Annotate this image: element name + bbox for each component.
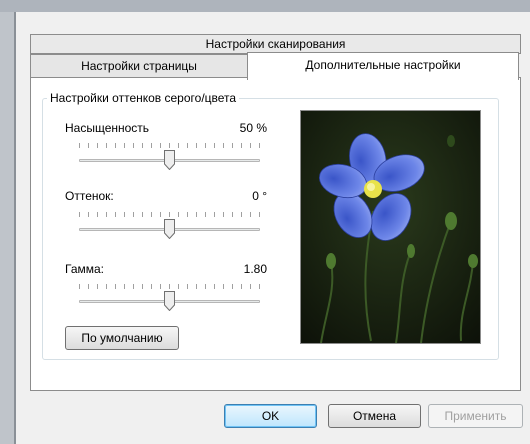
slider-tick bbox=[88, 143, 89, 148]
slider-tick bbox=[259, 284, 260, 289]
gamma-label: Гамма: bbox=[65, 262, 105, 276]
slider-tick bbox=[79, 212, 80, 217]
slider-tick bbox=[250, 284, 251, 289]
slider-tick bbox=[169, 284, 170, 289]
slider-tick bbox=[232, 284, 233, 289]
gamma-thumb[interactable] bbox=[164, 291, 175, 311]
slider-tick bbox=[187, 284, 188, 289]
slider-tick bbox=[115, 212, 116, 217]
slider-tick bbox=[79, 143, 80, 148]
gamma-ticks bbox=[79, 284, 260, 290]
slider-tick bbox=[241, 212, 242, 217]
slider-tick bbox=[142, 143, 143, 148]
hue-thumb[interactable] bbox=[164, 219, 175, 239]
slider-tick bbox=[178, 284, 179, 289]
slider-tick bbox=[88, 212, 89, 217]
hue-label: Оттенок: bbox=[65, 189, 114, 203]
tab-page-settings[interactable]: Настройки страницы bbox=[30, 54, 248, 78]
slider-tick bbox=[106, 284, 107, 289]
slider-tick bbox=[133, 284, 134, 289]
slider-tick bbox=[97, 284, 98, 289]
slider-tick bbox=[106, 212, 107, 217]
slider-tick bbox=[241, 143, 242, 148]
slider-tick bbox=[115, 143, 116, 148]
window-top-edge bbox=[0, 0, 530, 12]
tab-advanced-settings[interactable]: Дополнительные настройки bbox=[247, 52, 519, 80]
window-left-edge bbox=[0, 12, 14, 444]
group-title: Настройки оттенков серого/цвета bbox=[47, 91, 240, 105]
gamma-value: 1.80 bbox=[243, 262, 267, 276]
slider-tick bbox=[178, 143, 179, 148]
slider-tick bbox=[196, 284, 197, 289]
slider-tick bbox=[97, 212, 98, 217]
slider-tick bbox=[232, 143, 233, 148]
slider-tick bbox=[214, 143, 215, 148]
slider-tick bbox=[88, 284, 89, 289]
slider-tick bbox=[151, 284, 152, 289]
slider-tick bbox=[97, 143, 98, 148]
slider-tick bbox=[169, 212, 170, 217]
slider-tick bbox=[133, 212, 134, 217]
slider-tick bbox=[124, 212, 125, 217]
slider-tick bbox=[259, 143, 260, 148]
saturation-label: Насыщенность bbox=[65, 121, 150, 135]
slider-tick bbox=[223, 284, 224, 289]
slider-tick bbox=[214, 212, 215, 217]
slider-tick bbox=[214, 284, 215, 289]
saturation-slider[interactable] bbox=[79, 143, 260, 173]
slider-tick bbox=[106, 143, 107, 148]
slider-tick bbox=[250, 212, 251, 217]
slider-tick bbox=[196, 143, 197, 148]
slider-tick bbox=[142, 212, 143, 217]
slider-tick bbox=[151, 143, 152, 148]
slider-tick bbox=[178, 212, 179, 217]
slider-tick bbox=[223, 212, 224, 217]
slider-tick bbox=[142, 284, 143, 289]
flower-image bbox=[301, 111, 480, 343]
slider-tick bbox=[169, 143, 170, 148]
ok-button[interactable]: OK bbox=[224, 404, 317, 428]
slider-tick bbox=[160, 143, 161, 148]
hue-value: 0 ° bbox=[252, 189, 267, 203]
slider-tick bbox=[79, 284, 80, 289]
slider-tick bbox=[205, 212, 206, 217]
slider-tick bbox=[187, 212, 188, 217]
slider-tick bbox=[133, 143, 134, 148]
window-left-border bbox=[14, 12, 16, 444]
slider-tick bbox=[196, 212, 197, 217]
slider-tick bbox=[160, 284, 161, 289]
apply-button: Применить bbox=[428, 404, 523, 428]
slider-tick bbox=[151, 212, 152, 217]
hue-ticks bbox=[79, 212, 260, 218]
slider-tick bbox=[241, 284, 242, 289]
default-button[interactable]: По умолчанию bbox=[65, 326, 179, 350]
dialog-window: Настройки сканирования Настройки страниц… bbox=[0, 0, 530, 444]
slider-tick bbox=[250, 143, 251, 148]
saturation-thumb[interactable] bbox=[164, 150, 175, 170]
saturation-value: 50 % bbox=[239, 121, 267, 135]
slider-tick bbox=[205, 143, 206, 148]
cancel-button[interactable]: Отмена bbox=[328, 404, 421, 428]
slider-tick bbox=[223, 143, 224, 148]
slider-tick bbox=[124, 143, 125, 148]
slider-tick bbox=[232, 212, 233, 217]
hue-slider[interactable] bbox=[79, 212, 260, 242]
slider-tick bbox=[160, 212, 161, 217]
gamma-slider[interactable] bbox=[79, 284, 260, 314]
slider-tick bbox=[187, 143, 188, 148]
preview-image bbox=[300, 110, 481, 344]
slider-tick bbox=[115, 284, 116, 289]
tab-scan-settings[interactable]: Настройки сканирования bbox=[30, 34, 521, 54]
slider-tick bbox=[124, 284, 125, 289]
saturation-ticks bbox=[79, 143, 260, 149]
slider-tick bbox=[205, 284, 206, 289]
slider-tick bbox=[259, 212, 260, 217]
